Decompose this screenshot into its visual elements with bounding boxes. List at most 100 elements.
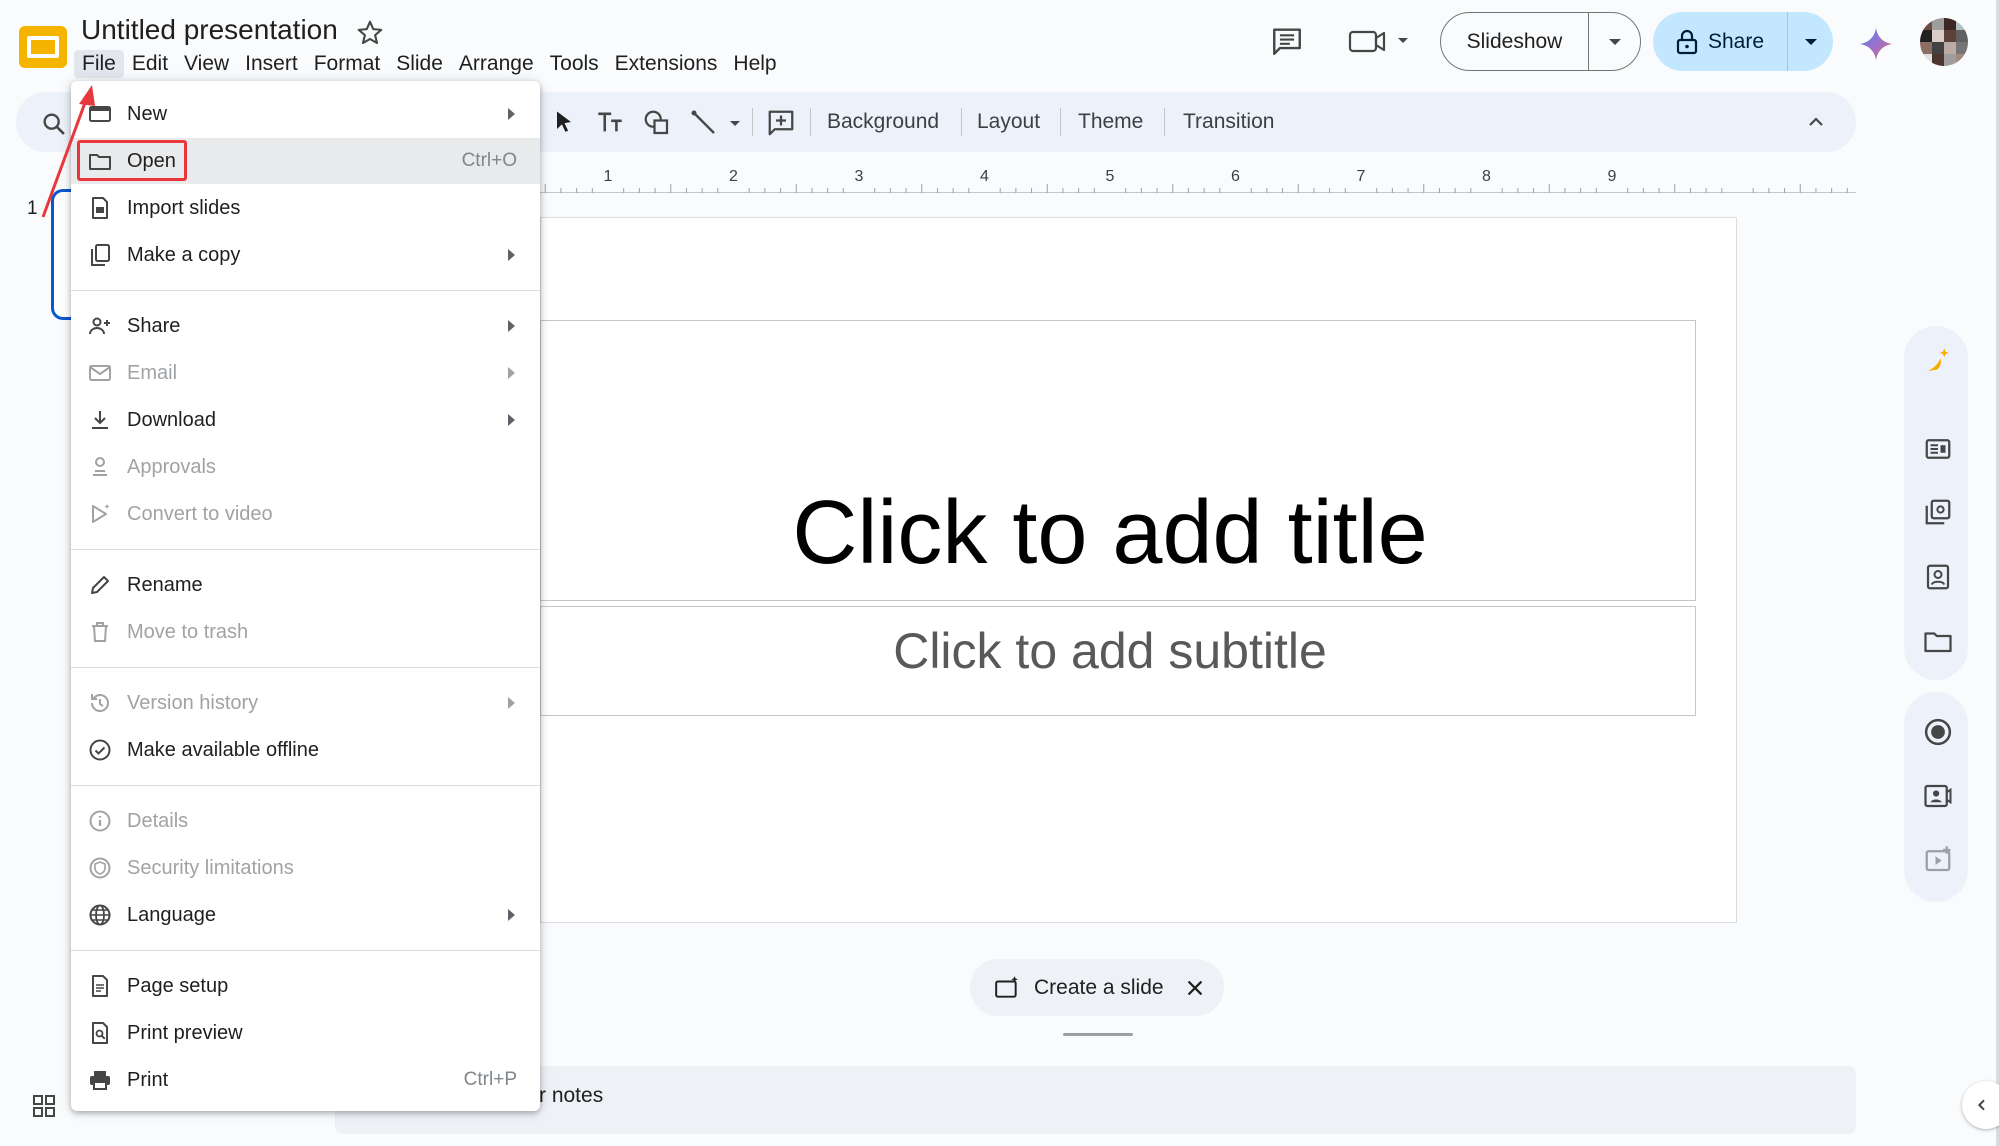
keep-notes-icon[interactable] [1923,434,1953,464]
import-slides-icon [92,197,108,219]
search-menus-icon[interactable] [40,110,68,138]
comments-icon[interactable] [1270,24,1304,58]
contacts-icon[interactable] [1923,562,1953,592]
text-box-icon[interactable] [596,108,624,136]
speaker-notes-placeholder[interactable]: r notes [539,1084,603,1108]
ruler-label: 6 [1231,168,1240,185]
menu-divider [71,549,540,550]
horizontal-ruler: 1 2 3 4 5 6 7 8 9 [540,165,1856,193]
menu-item-move-to-trash: Move to trash [71,609,540,655]
menu-item-approvals: Approvals [71,444,540,490]
menu-item-shortcut: Ctrl+O [461,150,517,171]
ruler-label: 5 [1106,168,1115,185]
menu-view[interactable]: View [176,50,237,78]
ruler-label: 3 [855,168,864,185]
slide-number: 1 [27,198,38,219]
theme-button[interactable]: Theme [1078,110,1143,134]
menu-item-rename[interactable]: Rename [71,562,540,608]
ruler-label: 1 [604,168,613,185]
side-panel-toggle[interactable] [1962,1081,1999,1129]
menu-item-shortcut: Ctrl+P [463,1069,517,1090]
menu-item-language[interactable]: Language [71,892,540,938]
menu-item-make-available-offline[interactable]: Make available offline [71,727,540,773]
submenu-arrow-icon [508,108,515,120]
slide-title-placeholder[interactable]: Click to add title [600,482,1620,585]
globe-icon [89,904,111,926]
record-icon[interactable] [1923,717,1953,747]
create-slide-chip[interactable]: Create a slide [970,959,1224,1016]
approvals-icon [93,457,107,476]
menu-item-share[interactable]: Share [71,303,540,349]
menu-insert[interactable]: Insert [237,50,306,78]
menu-item-label: Page setup [127,974,229,997]
mail-icon [89,365,111,381]
menu-bar: File Edit View Insert Format Slide Arran… [74,48,785,80]
menu-item-page-setup[interactable]: Page setup [71,963,540,1009]
submenu-arrow-icon [508,320,515,332]
star-icon[interactable] [355,18,385,48]
menu-item-label: Approvals [127,455,216,478]
document-title[interactable]: Untitled presentation [81,14,338,46]
notes-drag-handle[interactable] [1063,1033,1133,1036]
menu-item-label: Details [127,809,189,832]
slideshow-button[interactable]: Slideshow [1441,13,1589,70]
menu-help[interactable]: Help [725,50,784,78]
menu-slide[interactable]: Slide [388,50,451,78]
menu-format[interactable]: Format [306,50,389,78]
ruler-label: 9 [1608,168,1617,185]
image-generate-icon[interactable] [1923,346,1953,376]
grid-view-icon[interactable] [32,1094,56,1118]
menu-item-import-slides[interactable]: Import slides [71,185,540,231]
meet-camera-icon[interactable] [1348,26,1410,56]
menu-item-label: Rename [127,573,203,596]
copy-icon [91,244,110,266]
lock-icon [1676,29,1698,54]
slideshow-options-button[interactable] [1589,13,1640,70]
shape-icon[interactable] [642,108,672,138]
select-cursor-icon[interactable] [550,108,578,136]
add-video-icon[interactable] [1923,845,1953,875]
chevron-left-icon [1977,1099,1985,1111]
submenu-arrow-icon [508,414,515,426]
menu-arrange[interactable]: Arrange [451,50,542,78]
menu-item-make-a-copy[interactable]: Make a copy [71,232,540,278]
slide-subtitle-placeholder[interactable]: Click to add subtitle [600,622,1620,680]
menu-item-label: Print [127,1068,169,1091]
menu-item-details: Details [71,798,540,844]
slideshow-group: Slideshow [1440,12,1641,71]
menu-item-download[interactable]: Download [71,397,540,443]
share-options-button[interactable] [1788,12,1833,71]
toolbar-divider [961,108,962,136]
video-presenter-icon[interactable] [1923,781,1953,811]
menu-item-print[interactable]: Print Ctrl+P [71,1057,540,1103]
menu-item-security-limitations: Security limitations [71,845,540,891]
slides-logo[interactable] [18,22,68,72]
new-presentation-icon [89,106,111,122]
share-button[interactable]: Share [1653,12,1788,71]
menu-tools[interactable]: Tools [542,50,607,78]
line-icon[interactable] [690,108,742,138]
menu-item-label: Version history [127,691,259,714]
create-slide-label: Create a slide [1034,975,1164,999]
slides-library-icon[interactable] [1923,497,1953,527]
avatar[interactable] [1920,18,1968,66]
share-group: Share [1653,12,1833,71]
page-icon [92,975,108,997]
menu-extensions[interactable]: Extensions [607,50,726,78]
menu-item-new[interactable]: New [71,91,540,137]
person-add-icon [89,317,110,335]
layout-button[interactable]: Layout [977,110,1040,134]
close-icon[interactable] [1184,977,1206,999]
ruler-label: 8 [1482,168,1491,185]
gemini-icon[interactable] [1858,26,1894,62]
menu-item-convert-to-video: Convert to video [71,491,540,537]
transition-button[interactable]: Transition [1183,110,1274,134]
menu-file[interactable]: File [74,50,124,78]
open-highlight-annotation [77,140,187,181]
add-comment-icon[interactable] [766,108,796,138]
background-button[interactable]: Background [827,110,939,134]
menu-item-print-preview[interactable]: Print preview [71,1010,540,1056]
chevron-up-icon[interactable] [1804,110,1828,134]
menu-edit[interactable]: Edit [124,50,176,78]
folder-icon[interactable] [1923,626,1953,656]
